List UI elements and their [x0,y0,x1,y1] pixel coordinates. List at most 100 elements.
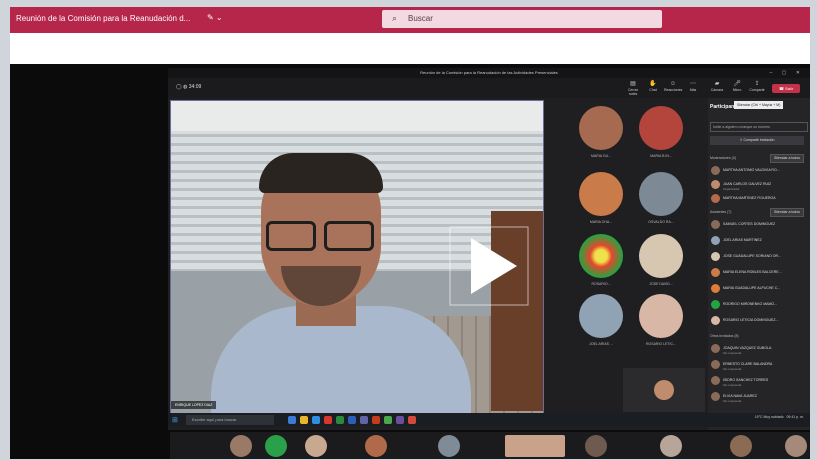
chevron-down-icon[interactable]: ✎ ⌄ [207,13,223,22]
avatar [711,220,720,229]
gallery-tile[interactable]: JOEL ARIAS ... [576,294,626,352]
avatar [639,294,683,338]
gallery-tile[interactable]: JOSE DAVID... [636,234,686,292]
avatar [711,284,720,293]
play-icon[interactable] [449,226,529,306]
participant-name: ERNESTO CLARE BALANDRA [723,362,773,366]
thumbnail[interactable] [265,435,287,457]
participant-row[interactable]: MARIA ELENA ROBLES BALCERE... [710,266,806,279]
mic-icon: 🎤︎ [733,81,741,87]
meeting-title: Reunión de la Comisión para la Reanudaci… [16,14,191,23]
gallery-tile[interactable]: MARIA CHA... [576,172,626,230]
window-controls[interactable]: – ▢ ✕ [770,68,804,78]
wall [171,101,543,131]
search-input[interactable]: ⌕ Buscar [382,10,662,28]
participant-row[interactable]: JOAQUIN VAZQUEZ GUBOLA Sin respuesta [710,342,806,355]
tile-name: ROSARIO... [591,282,611,286]
taskbar-clock: 09:41 p. m. [786,415,804,419]
mute-all-button[interactable]: Silenciar a todos [770,208,804,217]
presenters-label: Moderadores (3) [710,156,736,160]
app-icon[interactable] [288,416,296,424]
word-icon[interactable] [348,416,356,424]
avatar [711,392,720,401]
participant-row[interactable]: SAMUEL CORTES DOMINGUEZ [710,218,806,231]
app-icon[interactable] [408,416,416,424]
participant-status: Sin respuesta [723,383,742,387]
participant-row[interactable]: JOEL ARIAS MARTINEZ [710,234,806,247]
windows-taskbar: ⊞ Escribe aquí para buscar 19°C Muy nubl… [168,413,810,427]
gallery-tile[interactable]: ROSARIO... [576,234,626,292]
app-icon[interactable] [396,416,404,424]
participant-name: JOEL ARIAS MARTINEZ [723,238,762,242]
thumbnail[interactable] [230,435,252,457]
tile-name: MARIA B IN... [650,154,672,158]
gallery-tile[interactable]: MARIA B IN... [636,106,686,164]
taskbar-tray[interactable]: 19°C Muy nublado 09:41 p. m. [755,415,804,419]
participant-row[interactable]: JUAN CARLOS GALVEZ RUIZ Organizador [710,178,806,191]
app-icon[interactable] [324,416,332,424]
thumbnail[interactable] [730,435,752,457]
powerpoint-icon[interactable] [372,416,380,424]
toolbar-button-camera[interactable]: ▰ Cámara [708,81,726,92]
more-icon: ⋯ [690,81,696,87]
thumbnail[interactable] [438,435,460,457]
toolbar-button-chat[interactable]: ✋ Chat [644,81,662,92]
avatar [579,106,623,150]
avatar [639,234,683,278]
toolbar-button-more[interactable]: ⋯ Más [684,81,702,92]
thumbnail[interactable] [585,435,607,457]
chrome-icon[interactable] [384,416,392,424]
taskbar-search[interactable]: Escribe aquí para buscar [186,415,274,425]
participant-row[interactable]: MARTHA ANTONIO VALDIVIA RO... [710,164,806,177]
self-view-tile[interactable] [623,368,705,412]
participant-status: Sin respuesta [723,367,742,371]
search-icon: ⌕ [392,13,398,23]
toolbar-button-reactions[interactable]: ☺ Reacciones [664,81,682,92]
thumbnail[interactable] [785,435,807,457]
excel-icon[interactable] [336,416,344,424]
toolbar-label: Micro [732,88,742,92]
speaker-video[interactable]: ENRIQUE LOPEZ DIAZ [170,100,544,414]
thumbnail[interactable] [660,435,682,457]
participant-row[interactable]: ROSARIO LETICIA DOMINGUEZ... [710,314,806,327]
others-section[interactable]: Otros invitados (8) [710,334,739,338]
toolbar-button-notes[interactable]: ▤ Cerrar notes [624,81,642,96]
participant-row[interactable]: MARIA GUADALUPE ALPUCHE C... [710,282,806,295]
participant-row[interactable]: ELVIA NAVA JUAREZ Sin respuesta [710,390,806,403]
edge-icon[interactable] [312,416,320,424]
thumbnail[interactable] [365,435,387,457]
participant-row[interactable]: ISIDRO SANCHEZ TORRES Sin respuesta [710,374,806,387]
teams-title-bar: Reunión de la Comisión para la Reanudaci… [10,7,810,33]
mute-all-button[interactable]: Silenciar a todos [770,154,804,163]
avatar [579,294,623,338]
toolbar-button-share[interactable]: ⇪ Compartir [748,81,766,92]
thumbnail[interactable] [305,435,327,457]
leave-label: Salir [785,86,794,91]
share-icon: ⇪ [754,81,760,87]
invite-input[interactable]: Invite a alguien o marque un número [710,122,808,132]
avatar [711,316,720,325]
participants-panel: Participantes Silenciar (Ctrl + Mayús + … [708,98,810,430]
gallery-tile[interactable]: OSVALDO RA... [636,172,686,230]
folder-icon[interactable] [300,416,308,424]
toolbar-button-mic[interactable]: 🎤︎ Micro [728,81,746,92]
share-invite-button[interactable]: ⇪ Compartir invitación [710,136,804,145]
avatar [711,252,720,261]
others-label: Otros invitados (8) [710,334,739,338]
gallery-tile[interactable]: ROSARIO LETIC... [636,294,686,352]
presenters-section[interactable]: Moderadores (3) Silenciar a todos [710,154,804,163]
participant-row[interactable]: RODRIGO MIRONENKO MAMO... [710,298,806,311]
thumbnail[interactable] [505,435,565,457]
leave-button[interactable]: ☎ Salir [772,84,800,93]
toolbar-label: Más [689,88,697,92]
participant-row[interactable]: JOSE GUADALUPE SORIANO OR... [710,250,806,263]
gallery-tile[interactable]: MARIA GU... [576,106,626,164]
windows-start-icon[interactable]: ⊞ [172,416,178,424]
participant-name: SAMUEL CORTES DOMINGUEZ [723,222,776,226]
tile-name: JOSE DAVID... [649,282,673,286]
participant-row[interactable]: ERNESTO CLARE BALANDRA Sin respuesta [710,358,806,371]
attendees-section[interactable]: Asistentes (7) Silenciar a todos [710,208,804,217]
participant-name: MARIA ELENA ROBLES BALCERE... [723,270,782,274]
participant-row[interactable]: MARTHA MARTINEZ FIGUEROA [710,192,806,205]
teams-icon[interactable] [360,416,368,424]
